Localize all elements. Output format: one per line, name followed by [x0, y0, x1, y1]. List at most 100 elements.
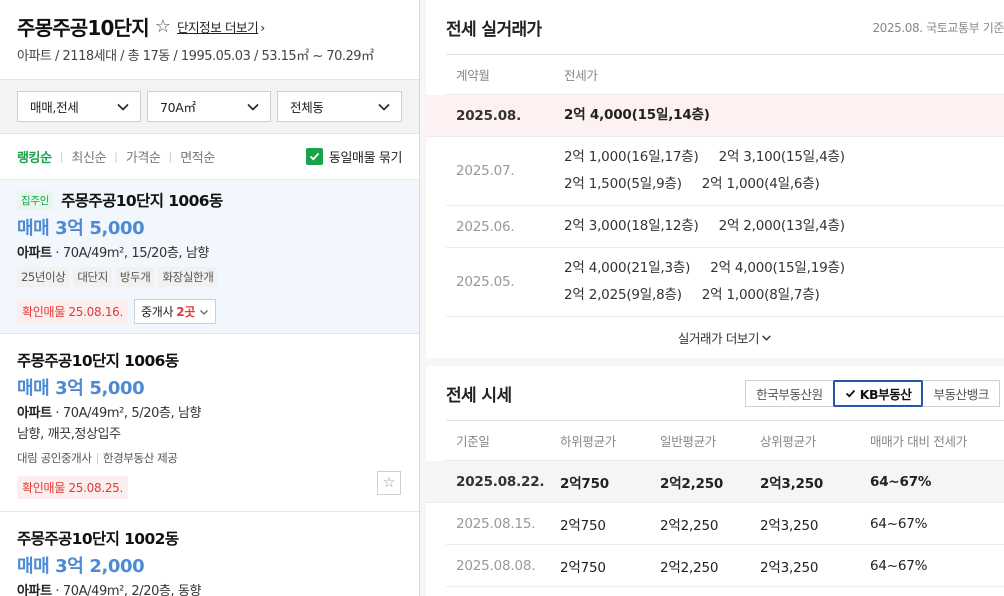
listing-spec: 아파트 · 70A/49m², 15/20층, 남향 [17, 242, 402, 261]
listing-spec: 아파트 · 70A/49m², 2/20층, 동향 [17, 580, 402, 596]
deal-table-header: 계약월 전세가 [446, 55, 1004, 95]
listing-tag: 25년이상 [17, 267, 70, 287]
filter-bar: 매매,전세 70A㎡ 전체동 [0, 80, 419, 134]
market-mid: 2억2,250 [660, 475, 724, 492]
listing-agency: 대림 공인중개사 | 한경부동산 제공 [17, 450, 402, 466]
market-date: 2025.08.15. [456, 515, 536, 532]
more-label: 실거래가 더보기 [677, 330, 760, 346]
deal-entry: 2억 2,025(9일,8층) [564, 287, 682, 303]
checkbox-checked-icon[interactable] [305, 148, 323, 165]
source-tabs: 한국부동산원 KB부동산 부동산뱅크 [745, 379, 1000, 407]
building-value: 전체동 [290, 100, 324, 115]
broker-count-button[interactable]: 중개사 2곳 [134, 299, 217, 324]
deal-entry: 2억 1,000(16일,17층) [564, 149, 699, 165]
deal-entry: 2억 3,100(15일,4층) [718, 149, 845, 165]
listing-title: 주몽주공10단지 1006동 [17, 352, 179, 370]
deal-history-source: 2025.08. 국토교통부 기준 [872, 20, 1004, 35]
provider-name: 한경부동산 제공 [103, 451, 178, 465]
market-price-card: 전세 시세 한국부동산원 KB부동산 부동산뱅크 기준일 하위평균가 일반평균가… [426, 366, 1004, 596]
app-root: 주몽주공10단지 ☆ 단지정보 더보기 › 아파트 / 2118세대 / 총 17… [0, 0, 1004, 596]
listing-type: 아파트 [17, 584, 52, 596]
listing-price: 매매 3억 2,000 [17, 556, 145, 577]
listing-title: 주몽주공10단지 1002동 [17, 530, 179, 548]
listing-type: 아파트 [17, 406, 52, 421]
sort-divider: | [59, 150, 64, 163]
listing-spec-detail: · 70A/49m², 2/20층, 동향 [51, 584, 202, 596]
market-mid: 2억2,250 [660, 559, 719, 576]
listing-title: 주몽주공10단지 1006동 [61, 192, 223, 210]
chevron-down-icon [762, 334, 771, 341]
header-high-avg: 상위평균가 [760, 434, 817, 449]
market-row: 2025.08.15. 2억750 2억2,250 2억3,250 64~67% [446, 503, 1004, 545]
deal-month: 2025.07. [456, 163, 515, 179]
tab-kb-label: KB부동산 [859, 386, 912, 402]
deal-month: 2025.08. [456, 107, 522, 124]
market-table-header: 기준일 하위평균가 일반평균가 상위평균가 매매가 대비 전세가 [446, 421, 1004, 461]
listing-tag: 화장실한개 [158, 267, 218, 287]
sort-divider: | [114, 150, 118, 163]
deal-entry: 2억 1,000(4일,6층) [701, 176, 820, 192]
deal-history-card: 전세 실거래가 2025.08. 국토교통부 기준 계약월 전세가 2025.0… [426, 0, 1004, 358]
market-date: 2025.08.22. [456, 473, 545, 490]
owner-badge: 집주인 [17, 190, 54, 210]
market-low: 2억750 [560, 475, 609, 492]
deal-entry: 2억 4,000(15일,14층) [564, 107, 710, 123]
deal-row: 2025.05. 2억 4,000(21일,3층) 2억 4,000(15일,19… [446, 248, 1004, 317]
deal-month: 2025.06. [456, 218, 515, 235]
group-same-listings-toggle[interactable]: 동일매물 묶기 [305, 147, 402, 166]
market-high: 2억3,250 [760, 475, 824, 492]
deal-row: 2025.07. 2억 1,000(16일,17층) 2억 3,100(15일,4… [446, 137, 1004, 206]
market-row: 2025.08.22. 2억750 2억2,250 2억3,250 64~67% [426, 461, 1004, 503]
sort-latest[interactable]: 최신순 [71, 147, 106, 166]
listing-price: 매매 3억 5,000 [17, 378, 145, 399]
listing-item[interactable]: 주몽주공10단지 1002동 매매 3억 2,000 아파트 · 70A/49m… [0, 512, 419, 596]
header-contract-month: 계약월 [456, 68, 490, 83]
listing-item[interactable]: 주몽주공10단지 1006동 매매 3억 5,000 아파트 · 70A/49m… [0, 334, 419, 512]
chevron-down-icon [200, 309, 209, 315]
agency-divider: | [95, 451, 100, 465]
complex-header: 주몽주공10단지 ☆ 단지정보 더보기 › 아파트 / 2118세대 / 총 17… [0, 0, 419, 80]
deal-entry: 2억 2,000(13일,4층) [718, 218, 845, 234]
header-mid-avg: 일반평균가 [660, 434, 717, 449]
trade-type-value: 매매,전세 [30, 100, 79, 115]
sort-ranking[interactable]: 랭킹순 [17, 147, 52, 166]
market-price-title: 전세 시세 [446, 385, 512, 406]
tab-kr-real-estate-board[interactable]: 한국부동산원 [745, 379, 834, 407]
complex-subtitle: 아파트 / 2118세대 / 총 17동 / 1995.05.03 / 53.1… [17, 49, 374, 64]
tab-real-estate-bank[interactable]: 부동산뱅크 [922, 379, 1000, 407]
tab-kb-real-estate[interactable]: KB부동산 [832, 379, 924, 407]
area-select[interactable]: 70A㎡ [147, 91, 271, 122]
area-value: 70A㎡ [160, 100, 196, 115]
star-outline-icon[interactable]: ☆ [155, 16, 171, 37]
market-low: 2억750 [560, 559, 606, 576]
listing-tags: 25년이상 대단지 방두개 화장실한개 [17, 267, 402, 287]
trade-type-select[interactable]: 매매,전세 [17, 91, 141, 122]
building-select[interactable]: 전체동 [277, 91, 402, 122]
group-toggle-label: 동일매물 묶기 [328, 151, 402, 166]
favorite-star-button[interactable]: ☆ [377, 471, 401, 495]
confirm-badge: 확인매물 25.08.16. [17, 300, 129, 323]
complex-title: 주몽주공10단지 [17, 15, 150, 40]
deal-history-title: 전세 실거래가 [446, 19, 542, 40]
listing-description: 남향, 깨끗,정상입주 [17, 427, 121, 442]
market-high: 2억3,250 [760, 517, 819, 534]
complex-info-link-label: 단지정보 더보기 [176, 19, 259, 35]
deal-month: 2025.05. [456, 274, 515, 290]
chevron-down-icon [378, 103, 390, 111]
header-ratio: 매매가 대비 전세가 [870, 434, 967, 449]
chevron-right-icon: › [260, 19, 265, 35]
complex-info-link[interactable]: 단지정보 더보기 › [177, 17, 265, 36]
chevron-down-icon [247, 103, 259, 111]
listing-item[interactable]: 집주인 주몽주공10단지 1006동 매매 3억 5,000 아파트 · 70A… [0, 180, 419, 334]
check-icon [845, 389, 855, 397]
listing-price: 매매 3억 5,000 [17, 218, 145, 239]
header-base-date: 기준일 [456, 434, 490, 449]
deal-history-more-button[interactable]: 실거래가 더보기 [446, 317, 1004, 357]
sort-price[interactable]: 가격순 [126, 147, 161, 166]
listing-spec-detail: · 70A/49m², 15/20층, 남향 [51, 246, 209, 261]
market-ratio: 64~67% [870, 557, 928, 574]
market-row: 2025.08.08. 2억750 2억2,250 2억3,250 64~67% [446, 545, 1004, 587]
detail-panel: 전세 실거래가 2025.08. 국토교통부 기준 계약월 전세가 2025.0… [420, 0, 1004, 596]
sort-area[interactable]: 면적순 [180, 147, 215, 166]
chevron-down-icon [117, 103, 129, 111]
